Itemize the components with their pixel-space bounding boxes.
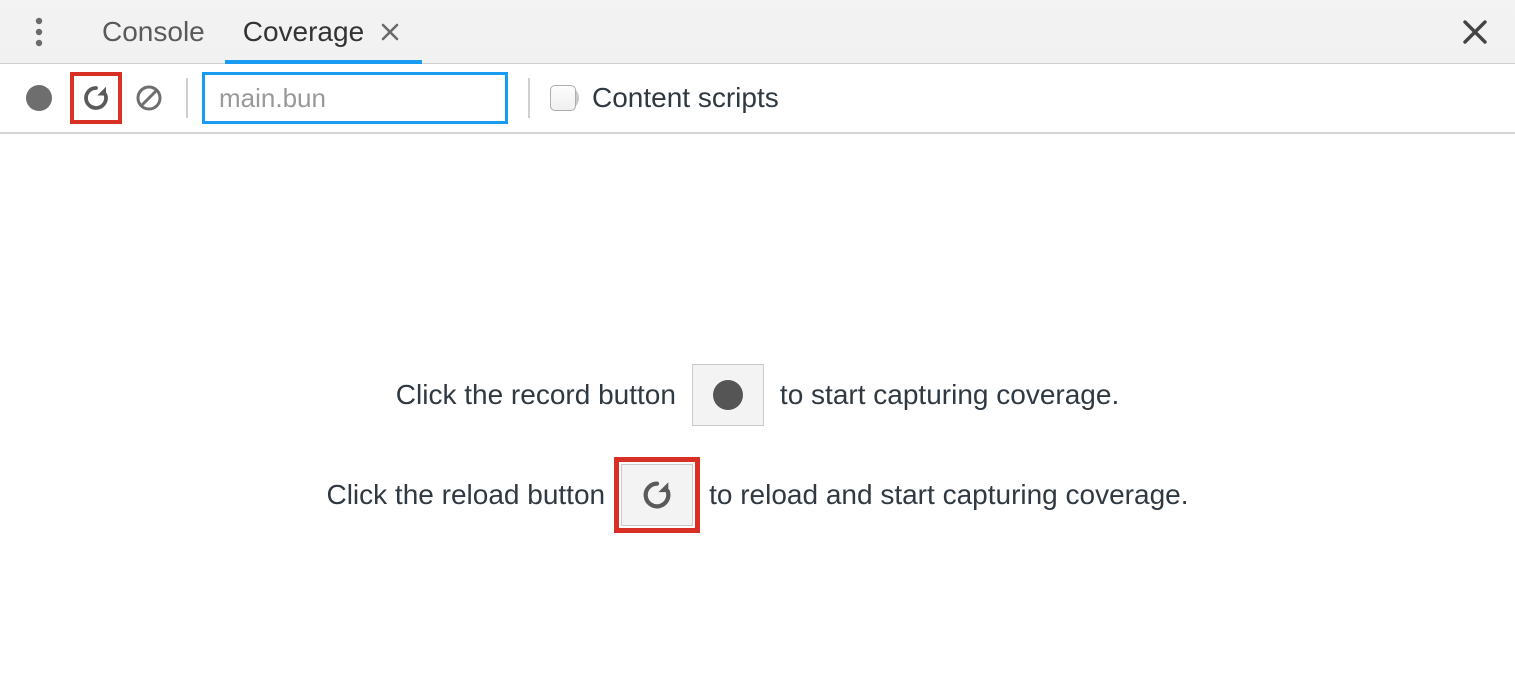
record-hint-row: Click the record button to start capturi… [396,364,1119,426]
reload-icon [640,478,674,512]
kebab-icon [35,17,43,47]
close-drawer-button[interactable] [1451,0,1499,63]
tab-label: Coverage [243,16,364,48]
record-button-inline[interactable] [692,364,764,426]
reload-button[interactable] [70,72,122,124]
toolbar-divider [528,78,530,118]
reload-button-inline[interactable] [621,464,693,526]
record-icon [713,380,743,410]
record-button[interactable] [18,77,60,119]
toolbar-divider [186,78,188,118]
record-icon [26,85,52,111]
close-icon [381,23,399,41]
tab-console[interactable]: Console [84,0,225,63]
drawer-tab-bar: Console Coverage [0,0,1515,64]
url-filter[interactable] [202,72,508,124]
checkbox-icon [550,85,576,111]
block-icon [134,83,164,113]
close-icon [1462,19,1488,45]
reload-hint-row: Click the reload button to reload and st… [326,464,1188,526]
hint-text: to reload and start capturing coverage. [709,479,1188,511]
close-tab-button[interactable] [378,20,402,44]
clear-button[interactable] [128,77,170,119]
reload-icon [81,83,111,113]
hint-text: Click the reload button [326,479,605,511]
url-filter-input[interactable] [219,83,554,114]
tab-label: Console [102,16,205,48]
coverage-toolbar: Content scripts [0,64,1515,134]
content-scripts-label: Content scripts [592,82,779,114]
hint-text: Click the record button [396,379,676,411]
hint-text: to start capturing coverage. [780,379,1119,411]
coverage-empty-state: Click the record button to start capturi… [0,134,1515,526]
more-tabs-button[interactable] [22,0,56,63]
tab-coverage[interactable]: Coverage [225,0,422,63]
content-scripts-toggle[interactable]: Content scripts [550,82,779,114]
